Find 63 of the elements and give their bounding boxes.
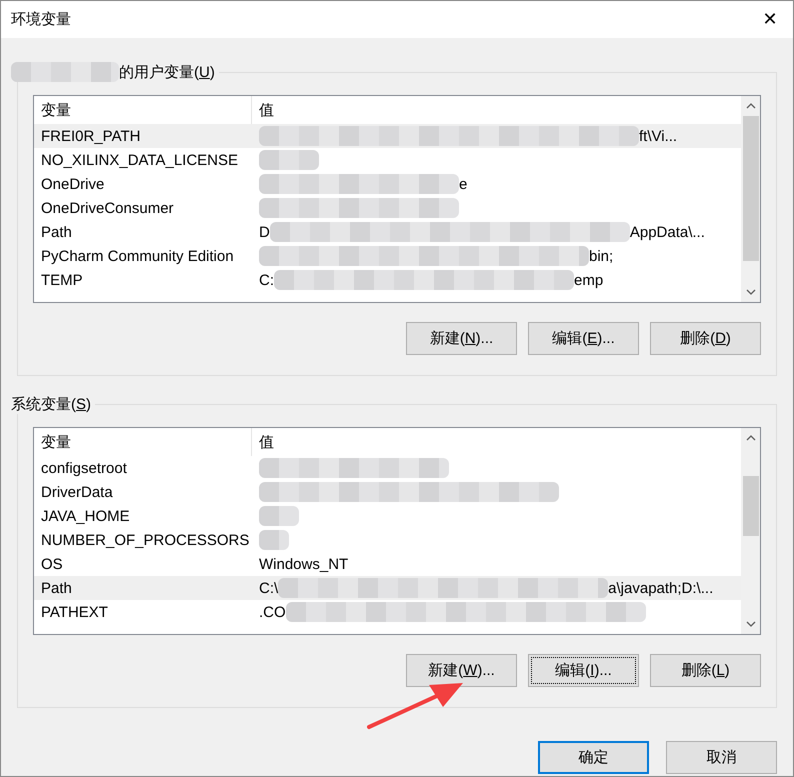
value-text: bin; (589, 248, 614, 264)
ok-button[interactable]: 确定 (538, 741, 649, 774)
dialog-button[interactable]: 新建(N)... (406, 322, 517, 355)
list-row[interactable]: OS Windows_NT (34, 552, 741, 576)
dialog-button[interactable]: 编辑(I)... (528, 654, 639, 687)
variable-name: OneDrive (40, 176, 106, 192)
close-button[interactable]: ✕ (747, 1, 793, 38)
blurred-area (259, 530, 289, 550)
blurred-area (259, 150, 319, 170)
list-row[interactable]: configsetroot (34, 456, 741, 480)
variable-name: TEMP (40, 272, 84, 288)
variable-name: configsetroot (40, 460, 128, 476)
scrollbar[interactable] (741, 96, 760, 302)
blurred-area (259, 506, 299, 526)
value-text: emp (574, 272, 604, 288)
list-row[interactable]: OneDrive e (34, 172, 741, 196)
variable-name: NUMBER_OF_PROCESSORS (40, 532, 250, 548)
list-row[interactable]: OneDriveConsumer (34, 196, 741, 220)
list-row[interactable]: FREI0R_PATH ft\Vi... (34, 124, 741, 148)
window-title: 环境变量 (11, 10, 71, 29)
cancel-button[interactable]: 取消 (666, 741, 777, 774)
column-header[interactable]: 值 (252, 428, 741, 456)
variable-name: DriverData (40, 484, 114, 500)
value-text: C:\ (259, 580, 278, 596)
group-title: 的用户变量(U) (119, 62, 215, 82)
list-row[interactable]: NUMBER_OF_PROCESSORS (34, 528, 741, 552)
column-header[interactable]: 值 (252, 96, 741, 124)
scrollbar-thumb[interactable] (742, 116, 758, 261)
value-text: D (259, 224, 270, 240)
variable-name: JAVA_HOME (40, 508, 131, 524)
variable-name: PyCharm Community Edition (40, 248, 235, 264)
group-title: 系统变量(S) (11, 394, 92, 414)
list-row[interactable]: PyCharm Community Edition bin; (34, 244, 741, 268)
dialog-button[interactable]: 编辑(E)... (528, 322, 639, 355)
variable-list[interactable]: 变量 值 FREI0R_PATH ft\Vi... NO_XILINX_DATA_LICENSE OneDrive e OneDriveConsumer Path D AppData\... PyCharm Community Edition bin; TEMP C: emp (33, 95, 761, 303)
value-text: Windows_NT (259, 556, 348, 572)
variable-name: NO_XILINX_DATA_LICENSE (40, 152, 240, 168)
list-row[interactable]: Path C:\ a\javapath;D:\... (34, 576, 741, 600)
dialog-button[interactable]: 删除(L) (650, 654, 761, 687)
value-text: a\javapath;D:\... (608, 580, 714, 596)
variable-name: Path (40, 580, 73, 596)
list-row[interactable]: JAVA_HOME (34, 504, 741, 528)
dialog-button[interactable]: 删除(D) (650, 322, 761, 355)
list-row[interactable]: DriverData (34, 480, 741, 504)
variable-name: OneDriveConsumer (40, 200, 175, 216)
list-row[interactable]: PATHEXT .CO (34, 600, 741, 624)
scrollbar[interactable] (741, 428, 760, 634)
scrollbar-thumb[interactable] (742, 476, 758, 536)
variable-name: OS (40, 556, 64, 572)
variable-list[interactable]: 变量 值 configsetroot DriverData JAVA_HOME NUMBER_OF_PROCESSORS OS Windows_NT Path C:\ a\javapath;D:\... PATHEXT .CO (33, 427, 761, 635)
list-row[interactable]: TEMP C: emp (34, 268, 741, 292)
list-row[interactable]: NO_XILINX_DATA_LICENSE (34, 148, 741, 172)
variable-name: PATHEXT (40, 604, 109, 620)
value-text: .CO (259, 604, 286, 620)
variable-name: FREI0R_PATH (40, 128, 142, 144)
value-text: e (459, 176, 468, 192)
list-row[interactable]: Path D AppData\... (34, 220, 741, 244)
value-text: ft\Vi... (639, 128, 678, 144)
column-header[interactable]: 变量 (34, 428, 252, 456)
variable-name: Path (40, 224, 73, 240)
dialog-button[interactable]: 新建(W)... (406, 654, 517, 687)
value-text: C: (259, 272, 274, 288)
value-text: AppData\... (630, 224, 705, 240)
